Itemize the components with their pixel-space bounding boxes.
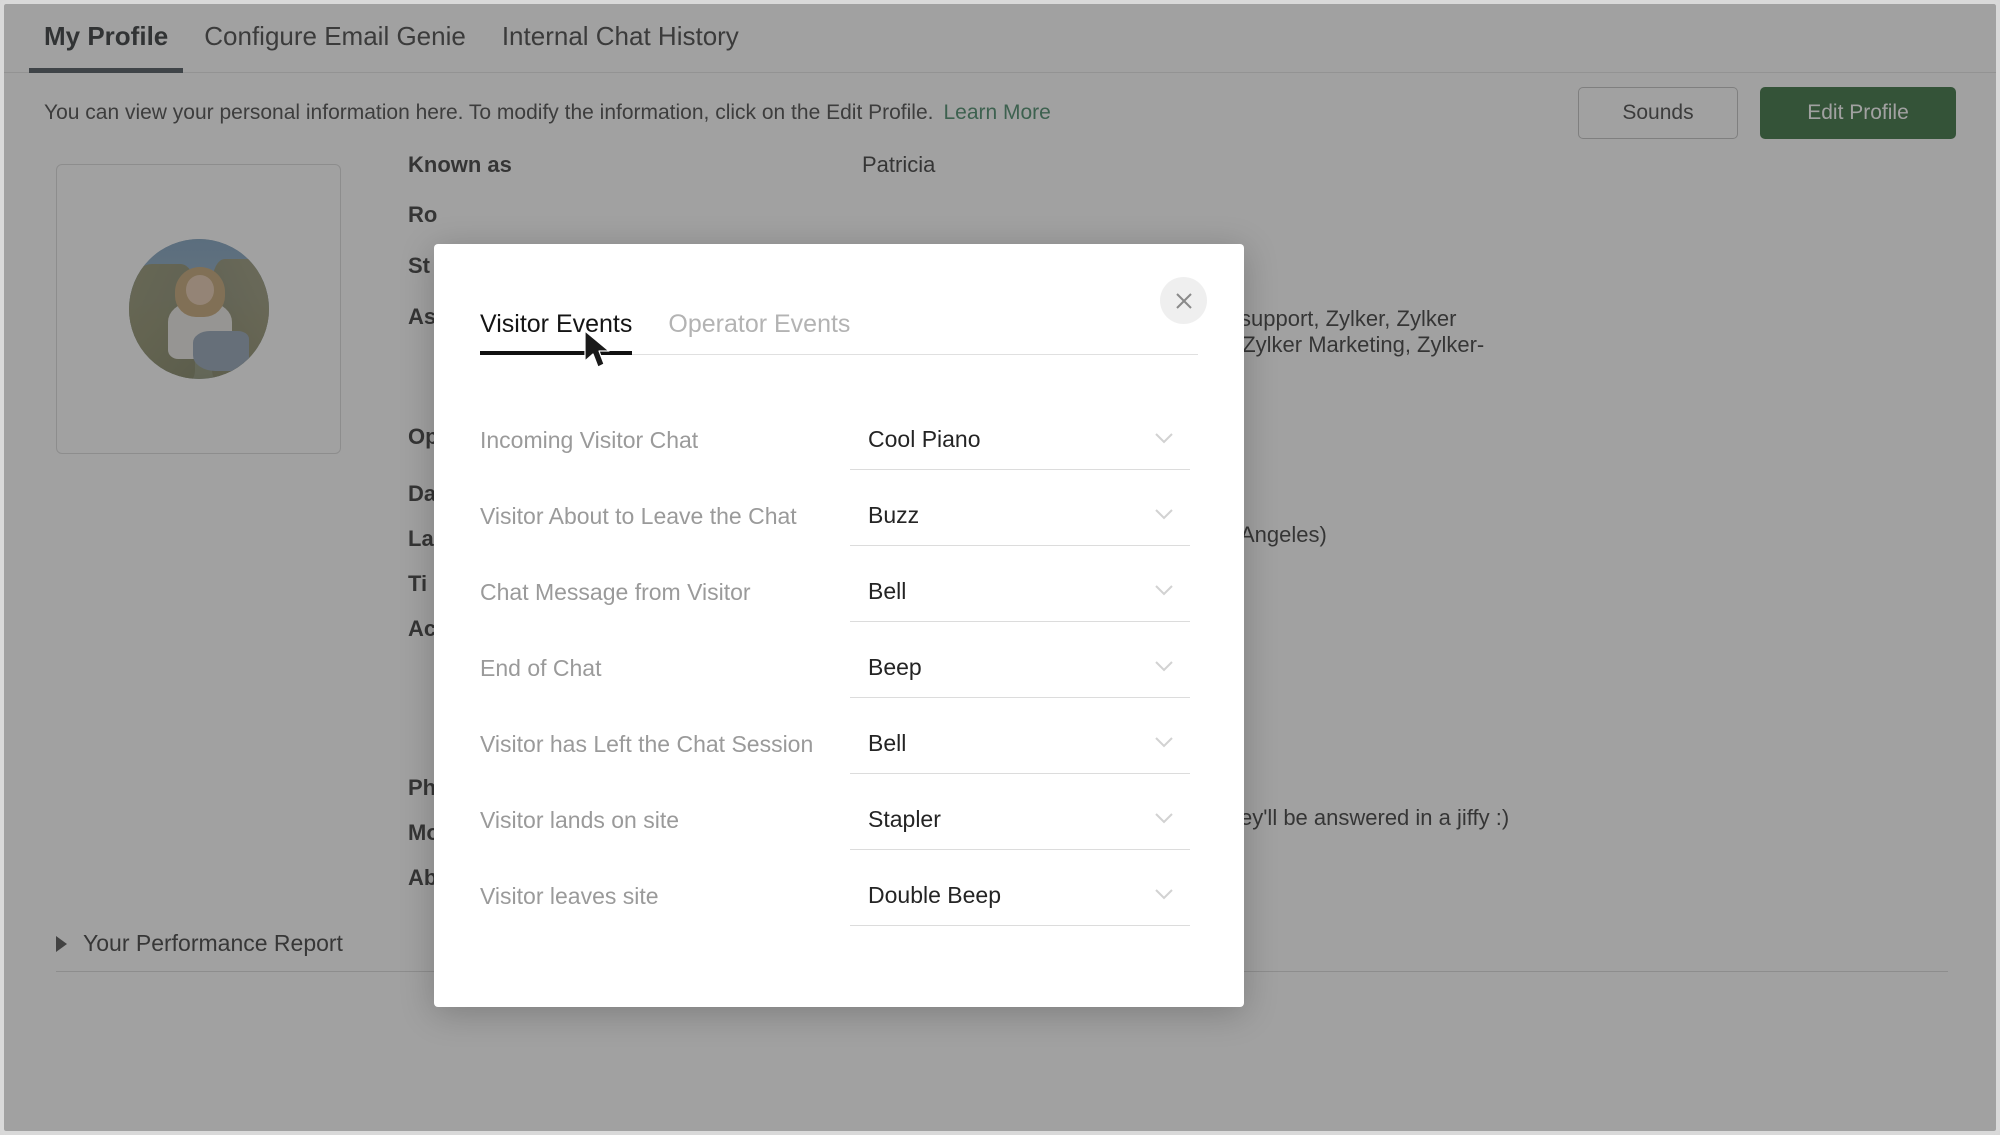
sound-row-end-of-chat: End of Chat Beep [480, 630, 1202, 706]
sound-value: Stapler [868, 806, 941, 832]
application-window: My Profile Configure Email Genie Interna… [0, 0, 2000, 1135]
sound-label: Visitor About to Leave the Chat [480, 502, 797, 529]
sound-select-visitor-leaves-site[interactable]: Double Beep [850, 866, 1190, 926]
tab-visitor-events[interactable]: Visitor Events [480, 310, 633, 355]
tab-operator-events-label: Operator Events [668, 310, 851, 338]
sound-row-chat-message-from-visitor: Chat Message from Visitor Bell [480, 554, 1202, 630]
sound-settings-list: Incoming Visitor Chat Cool Piano Visitor… [480, 402, 1202, 934]
sound-row-visitor-has-left-chat-session: Visitor has Left the Chat Session Bell [480, 706, 1202, 782]
chevron-down-icon [1154, 583, 1174, 601]
chevron-down-icon [1154, 431, 1174, 449]
tab-operator-events[interactable]: Operator Events [668, 310, 850, 354]
sound-row-visitor-about-to-leave: Visitor About to Leave the Chat Buzz [480, 478, 1202, 554]
chevron-down-icon [1154, 659, 1174, 677]
sound-select-visitor-lands-on-site[interactable]: Stapler [850, 790, 1190, 850]
sound-row-visitor-lands-on-site: Visitor lands on site Stapler [480, 782, 1202, 858]
tab-visitor-events-label: Visitor Events [480, 310, 633, 338]
sound-label: End of Chat [480, 654, 602, 681]
sound-value: Double Beep [868, 882, 1001, 908]
sound-select-end-of-chat[interactable]: Beep [850, 638, 1190, 698]
sound-select-chat-message-from-visitor[interactable]: Bell [850, 562, 1190, 622]
sound-select-visitor-about-to-leave[interactable]: Buzz [850, 486, 1190, 546]
sounds-settings-dialog: Visitor Events Operator Events Incoming … [434, 244, 1244, 1007]
chevron-down-icon [1154, 887, 1174, 905]
sound-value: Bell [868, 578, 907, 604]
sound-value: Buzz [868, 502, 920, 528]
chevron-down-icon [1154, 507, 1174, 525]
sound-row-visitor-leaves-site: Visitor leaves site Double Beep [480, 858, 1202, 934]
sound-select-incoming-visitor-chat[interactable]: Cool Piano [850, 410, 1190, 470]
sound-label: Chat Message from Visitor [480, 578, 751, 605]
sound-label: Visitor lands on site [480, 806, 680, 833]
sound-row-incoming-visitor-chat: Incoming Visitor Chat Cool Piano [480, 402, 1202, 478]
sound-label: Visitor has Left the Chat Session [480, 730, 814, 757]
sound-select-visitor-has-left-chat-session[interactable]: Bell [850, 714, 1190, 774]
dialog-tab-bar: Visitor Events Operator Events [480, 310, 1198, 355]
sound-value: Bell [868, 730, 907, 756]
sound-value: Beep [868, 654, 922, 680]
sound-label: Visitor leaves site [480, 882, 659, 909]
sound-label: Incoming Visitor Chat [480, 426, 699, 453]
sound-value: Cool Piano [868, 426, 981, 452]
chevron-down-icon [1154, 811, 1174, 829]
chevron-down-icon [1154, 735, 1174, 753]
